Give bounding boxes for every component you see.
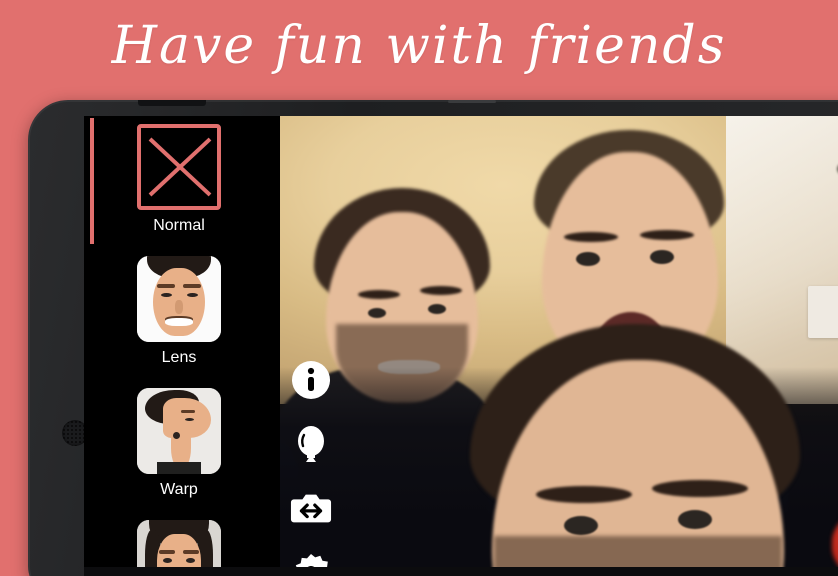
switch-camera-icon[interactable] <box>290 487 332 529</box>
lens-face-thumbnail <box>137 256 221 342</box>
screen-bottom-bar <box>84 567 838 576</box>
phone-screen: Gallery <box>84 116 838 576</box>
effect-list[interactable]: Normal Lens Warp <box>84 116 280 576</box>
effect-item-lens[interactable]: Lens <box>94 256 264 370</box>
phone-top-button <box>138 100 206 106</box>
effect-item-warp[interactable]: Warp <box>94 388 264 502</box>
effect-label: Warp <box>160 481 198 498</box>
effect-label: Lens <box>161 349 197 366</box>
camera-tool-column <box>290 359 344 576</box>
warp-face-thumbnail <box>137 388 221 474</box>
page-title: Have fun with friends <box>111 16 727 76</box>
smartphone-mockup: Gallery <box>28 100 838 576</box>
flash-light-icon[interactable] <box>290 423 332 465</box>
preview-poster-c <box>808 286 838 338</box>
phone-top-slot <box>448 100 496 103</box>
none-placeholder-icon <box>137 124 221 210</box>
preview-plant <box>828 120 838 190</box>
effect-item-normal[interactable]: Normal <box>94 124 264 238</box>
info-icon[interactable] <box>290 359 332 401</box>
camera-preview[interactable]: Gallery <box>280 116 838 576</box>
effect-label: Normal <box>153 217 205 234</box>
